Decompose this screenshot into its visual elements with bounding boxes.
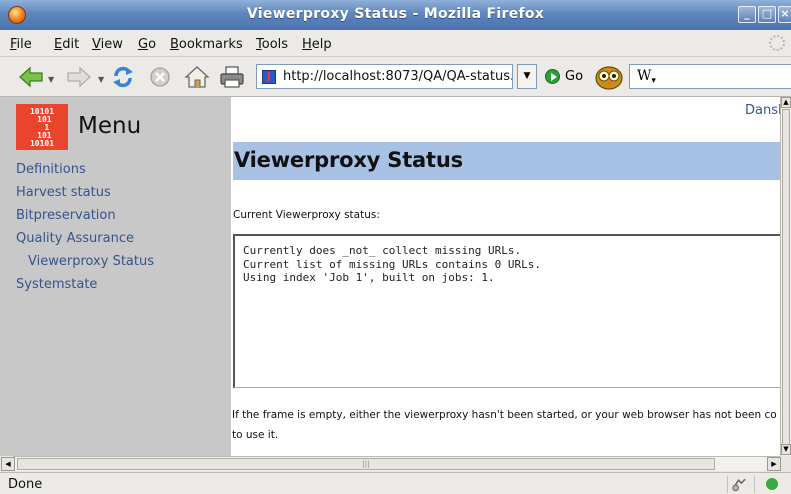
back-dropdown-icon[interactable]: ▼ xyxy=(48,75,54,84)
home-icon[interactable] xyxy=(184,65,210,89)
vertical-scroll-thumb[interactable] xyxy=(782,109,790,445)
language-link-dansk[interactable]: Dansk xyxy=(745,103,780,118)
window-title: Viewerproxy Status - Mozilla Firefox xyxy=(246,6,545,22)
printer-icon[interactable] xyxy=(219,65,245,89)
navigation-toolbar: ▼ ▼ J http://localhost:8073/QA/QA-status… xyxy=(0,57,791,97)
page-content: 10101 101 1 101 10101 Menu Definitions H… xyxy=(0,97,780,456)
maximize-button[interactable]: □ xyxy=(758,6,776,23)
scroll-left-icon[interactable]: ◀ xyxy=(1,457,15,471)
forward-dropdown-icon[interactable]: ▼ xyxy=(98,75,104,84)
sidebar-item-viewerproxy-status[interactable]: Viewerproxy Status xyxy=(28,254,154,269)
site-favicon-icon: J xyxy=(262,70,276,84)
menu-edit[interactable]: Edit xyxy=(54,37,79,52)
frame-help-text: If the frame is empty, either the viewer… xyxy=(232,409,777,441)
stop-icon[interactable] xyxy=(147,65,173,89)
vertical-scrollbar[interactable]: ▲ ▼ xyxy=(780,97,791,456)
status-bar: Done xyxy=(0,472,791,494)
search-input[interactable]: W▾ xyxy=(629,64,791,89)
sidebar-item-systemstate[interactable]: Systemstate xyxy=(16,277,97,292)
sidebar-heading: Menu xyxy=(78,113,142,139)
sidebar-item-definitions[interactable]: Definitions xyxy=(16,162,86,177)
owl-icon[interactable] xyxy=(594,64,624,90)
url-text: http://localhost:8073/QA/QA-status. xyxy=(283,69,513,84)
horizontal-scrollbar[interactable]: ◀ ||| ▶ xyxy=(1,456,781,471)
menu-go[interactable]: Go xyxy=(138,37,156,52)
go-icon xyxy=(545,69,560,84)
address-bar[interactable]: J http://localhost:8073/QA/QA-status. xyxy=(256,64,513,89)
sidebar-item-harvest-status[interactable]: Harvest status xyxy=(16,185,111,200)
menu-view[interactable]: View xyxy=(92,37,123,52)
url-history-dropdown[interactable]: ▼ xyxy=(517,64,537,89)
go-button[interactable]: Go xyxy=(545,66,583,88)
page-title: Viewerproxy Status xyxy=(234,148,463,172)
arrow-right-icon[interactable] xyxy=(66,65,92,89)
status-frame: Currently does _not_ collect missing URL… xyxy=(233,234,780,388)
adblock-icon[interactable] xyxy=(727,476,749,493)
sidebar-item-bitpreservation[interactable]: Bitpreservation xyxy=(16,208,116,223)
scroll-right-icon[interactable]: ▶ xyxy=(767,457,781,471)
minimize-button[interactable]: _ xyxy=(738,6,756,23)
throbber-icon xyxy=(769,35,785,51)
status-line: Currently does _not_ collect missing URL… xyxy=(243,244,522,257)
close-button[interactable]: × xyxy=(778,6,791,23)
status-text: Done xyxy=(8,477,43,492)
status-line: Using index 'Job 1', built on jobs: 1. xyxy=(243,271,495,284)
menu-bookmarks[interactable]: Bookmarks xyxy=(170,37,243,52)
menu-help[interactable]: Help xyxy=(302,37,332,52)
logo: 10101 101 1 101 10101 xyxy=(16,104,68,150)
reload-icon[interactable] xyxy=(110,65,136,89)
browser-window: Viewerproxy Status - Mozilla Firefox _ □… xyxy=(0,0,791,494)
menu-tools[interactable]: Tools xyxy=(256,37,288,52)
scroll-up-icon[interactable]: ▲ xyxy=(781,97,791,108)
status-label: Current Viewerproxy status: xyxy=(233,209,380,221)
security-status-icon[interactable] xyxy=(754,476,784,493)
page-title-bar: Viewerproxy Status xyxy=(233,142,780,180)
sidebar-item-quality-assurance[interactable]: Quality Assurance xyxy=(16,231,134,246)
menu-bar: File Edit View Go Bookmarks Tools Help xyxy=(0,30,791,57)
horizontal-scroll-thumb[interactable]: ||| xyxy=(17,458,715,470)
menu-file[interactable]: File xyxy=(10,37,32,52)
title-bar: Viewerproxy Status - Mozilla Firefox _ □… xyxy=(0,0,791,30)
sidebar: 10101 101 1 101 10101 Menu Definitions H… xyxy=(0,97,231,456)
arrow-left-icon[interactable] xyxy=(18,65,44,89)
status-line: Current list of missing URLs contains 0 … xyxy=(243,257,542,271)
scroll-down-icon[interactable]: ▼ xyxy=(781,444,791,455)
